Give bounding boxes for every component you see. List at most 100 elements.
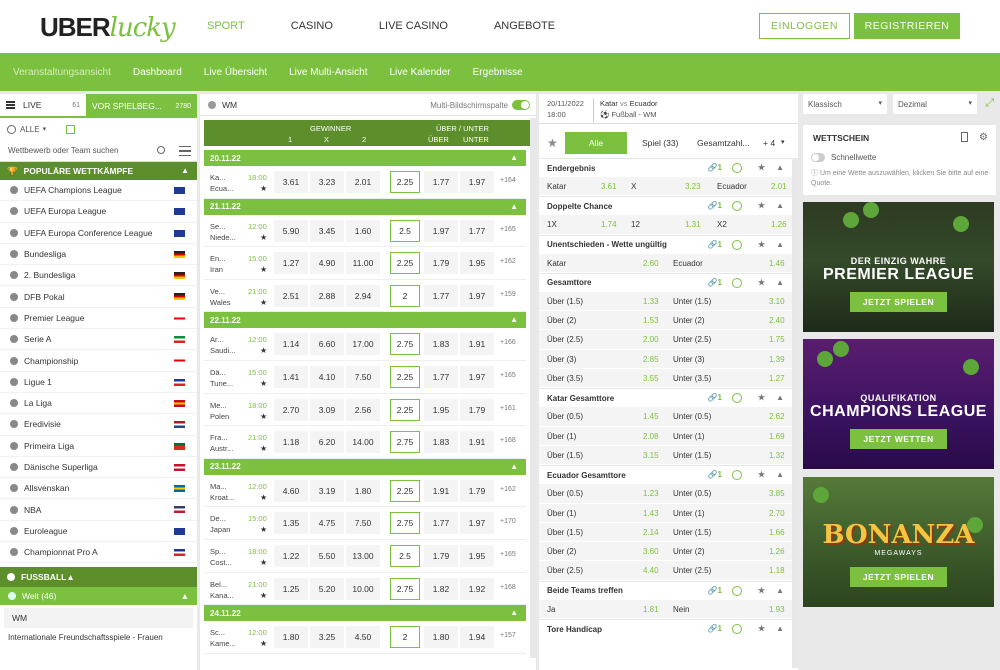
odd-away[interactable]: 7.50 bbox=[346, 512, 380, 535]
popular-league-item[interactable]: Serie A bbox=[0, 329, 197, 351]
odd-draw[interactable]: 2.88 bbox=[310, 284, 344, 307]
match-row[interactable]: Ve... Wales 21:00 ★ 2.51 2.88 2.94 2 1.7… bbox=[204, 280, 526, 313]
chevron-up-icon[interactable]: ▲ bbox=[776, 163, 784, 172]
odd-home[interactable]: 3.61 bbox=[274, 171, 308, 193]
outcome-odd[interactable]: 2.08 bbox=[643, 432, 659, 441]
star-icon[interactable]: ★ bbox=[758, 278, 765, 287]
football-section-header[interactable]: FUSSBALL ▲ bbox=[0, 567, 197, 588]
popular-league-item[interactable]: Championship bbox=[0, 350, 197, 372]
more-markets-link[interactable]: +165 bbox=[500, 551, 516, 558]
odd-over[interactable]: 1.77 bbox=[424, 171, 458, 193]
register-button[interactable]: REGISTRIEREN bbox=[854, 13, 960, 39]
quick-bet-toggle[interactable] bbox=[811, 153, 825, 162]
match-row[interactable]: Ma... Kroat... 12:00 ★ 4.60 3.19 1.80 2.… bbox=[204, 475, 526, 508]
odd-under[interactable]: 1.95 bbox=[460, 252, 494, 275]
popular-section-header[interactable]: 🏆 POPULÄRE WETTKÄMPFE ▲ bbox=[0, 162, 197, 180]
dollar-icon[interactable] bbox=[732, 239, 742, 250]
link-icon[interactable]: 🔗1 bbox=[708, 393, 722, 402]
odd-home[interactable]: 1.25 bbox=[274, 577, 308, 600]
tab-more[interactable]: + 4 bbox=[763, 138, 775, 148]
odd-draw[interactable]: 3.25 bbox=[310, 626, 344, 649]
popular-league-item[interactable]: Dänische Superliga bbox=[0, 457, 197, 479]
outcome-odd[interactable]: 1.74 bbox=[601, 220, 617, 229]
link-icon[interactable]: 🔗1 bbox=[708, 240, 722, 249]
more-markets-link[interactable]: +170 bbox=[500, 518, 516, 525]
nav-sport[interactable]: SPORT bbox=[207, 20, 245, 32]
match-row[interactable]: Bel... Kana... 21:00 ★ 1.25 5.20 10.00 2… bbox=[204, 573, 526, 606]
outcome-odd[interactable]: 2.85 bbox=[643, 355, 659, 364]
list-menu-icon[interactable] bbox=[179, 146, 191, 156]
link-icon[interactable]: 🔗1 bbox=[708, 470, 722, 479]
outcome-odd[interactable]: 2.60 bbox=[643, 259, 659, 268]
market-header[interactable]: Tore Handicap 🔗1 ★ ▲ bbox=[539, 619, 792, 639]
star-icon[interactable]: ★ bbox=[260, 184, 267, 193]
banner-champions-league[interactable]: QUALIFIKATION CHAMPIONS LEAGUE JETZT WET… bbox=[803, 339, 994, 469]
star-icon[interactable]: ★ bbox=[758, 586, 765, 595]
goal-line[interactable]: 2.75 bbox=[390, 431, 420, 454]
star-icon[interactable]: ★ bbox=[260, 346, 267, 355]
goal-line[interactable]: 2.5 bbox=[390, 219, 420, 242]
outcome-odd[interactable]: 2.14 bbox=[643, 528, 659, 537]
banner-bonanza[interactable]: BONANZA MEGAWAYS JETZT SPIELEN bbox=[803, 477, 994, 607]
odd-under[interactable]: 1.97 bbox=[460, 284, 494, 307]
odd-home[interactable]: 2.51 bbox=[274, 284, 308, 307]
odd-away[interactable]: 7.50 bbox=[346, 365, 380, 388]
outcome-odd[interactable]: 2.00 bbox=[643, 335, 659, 344]
search-icon[interactable] bbox=[157, 146, 165, 154]
subnav-results[interactable]: Ergebnisse bbox=[473, 67, 523, 78]
star-icon[interactable]: ★ bbox=[547, 136, 558, 150]
outcome-odd[interactable]: 1.32 bbox=[769, 451, 785, 460]
outcome-odd[interactable]: 1.75 bbox=[769, 335, 785, 344]
more-markets-link[interactable]: +168 bbox=[500, 437, 516, 444]
star-icon[interactable]: ★ bbox=[260, 493, 267, 502]
date-header[interactable]: 21.11.22 ▲ bbox=[204, 198, 526, 215]
market-header[interactable]: Doppelte Chance 🔗1 ★ ▲ bbox=[539, 196, 792, 216]
outcome-odd[interactable]: 1.27 bbox=[769, 374, 785, 383]
date-header[interactable]: 22.11.22 ▲ bbox=[204, 312, 526, 329]
outcome-odd[interactable]: 3.55 bbox=[643, 374, 659, 383]
odd-home[interactable]: 1.22 bbox=[274, 544, 308, 567]
odd-away[interactable]: 13.00 bbox=[346, 544, 380, 567]
outcome-odd[interactable]: 2.62 bbox=[769, 412, 785, 421]
star-icon[interactable]: ★ bbox=[758, 470, 765, 479]
odd-home[interactable]: 1.14 bbox=[274, 333, 308, 356]
chevron-up-icon[interactable]: ▲ bbox=[776, 393, 784, 402]
odd-over[interactable]: 1.79 bbox=[424, 252, 458, 275]
odds-style-select[interactable]: Klassisch ▾ bbox=[803, 94, 887, 114]
chevron-up-icon[interactable]: ▲ bbox=[776, 278, 784, 287]
more-markets-link[interactable]: +165 bbox=[500, 226, 516, 233]
match-row[interactable]: Ka... Ecua... 18:00 ★ 3.61 3.23 2.01 2.2… bbox=[204, 166, 526, 199]
odds-format-select[interactable]: Dezimal ▾ bbox=[893, 94, 977, 114]
link-icon[interactable]: 🔗1 bbox=[708, 201, 722, 210]
subnav-dashboard[interactable]: Dashboard bbox=[133, 67, 182, 78]
calendar-icon[interactable] bbox=[66, 124, 76, 134]
outcome-odd[interactable]: 3.15 bbox=[643, 451, 659, 460]
odd-draw[interactable]: 6.20 bbox=[310, 431, 344, 454]
more-markets-link[interactable]: +164 bbox=[500, 177, 516, 184]
outcome-odd[interactable]: 1.66 bbox=[769, 528, 785, 537]
banner-cta-button[interactable]: JETZT SPIELEN bbox=[849, 292, 948, 312]
dollar-icon[interactable] bbox=[732, 470, 742, 481]
star-icon[interactable]: ★ bbox=[758, 240, 765, 249]
odd-draw[interactable]: 3.23 bbox=[310, 171, 344, 193]
odd-home[interactable]: 1.41 bbox=[274, 365, 308, 388]
more-markets-link[interactable]: +165 bbox=[500, 372, 516, 379]
outcome-odd[interactable]: 3.10 bbox=[769, 297, 785, 306]
odd-under[interactable]: 1.97 bbox=[460, 171, 494, 193]
star-icon[interactable]: ★ bbox=[260, 233, 267, 242]
match-row[interactable]: Se... Niede... 12:00 ★ 5.90 3.45 1.60 2.… bbox=[204, 215, 526, 248]
scrollbar[interactable] bbox=[530, 118, 536, 658]
popular-league-item[interactable]: NBA bbox=[0, 499, 197, 521]
popular-league-item[interactable]: 2. Bundesliga bbox=[0, 265, 197, 287]
match-row[interactable]: Me... Polen 18:00 ★ 2.70 3.09 2.56 2.25 … bbox=[204, 394, 526, 427]
outcome-odd[interactable]: 3.85 bbox=[769, 489, 785, 498]
odd-home[interactable]: 1.18 bbox=[274, 431, 308, 454]
dollar-icon[interactable] bbox=[732, 277, 742, 288]
chevron-up-icon[interactable]: ▲ bbox=[776, 586, 784, 595]
more-markets-link[interactable]: +162 bbox=[500, 258, 516, 265]
goal-line[interactable]: 2.25 bbox=[390, 252, 420, 275]
outcome-odd[interactable]: 1.93 bbox=[769, 605, 785, 614]
banner-cta-button[interactable]: JETZT WETTEN bbox=[850, 429, 947, 449]
league-friendly-women[interactable]: Internationale Freundschaftsspiele - Fra… bbox=[0, 628, 197, 646]
popular-league-item[interactable]: UEFA Europa League bbox=[0, 201, 197, 223]
